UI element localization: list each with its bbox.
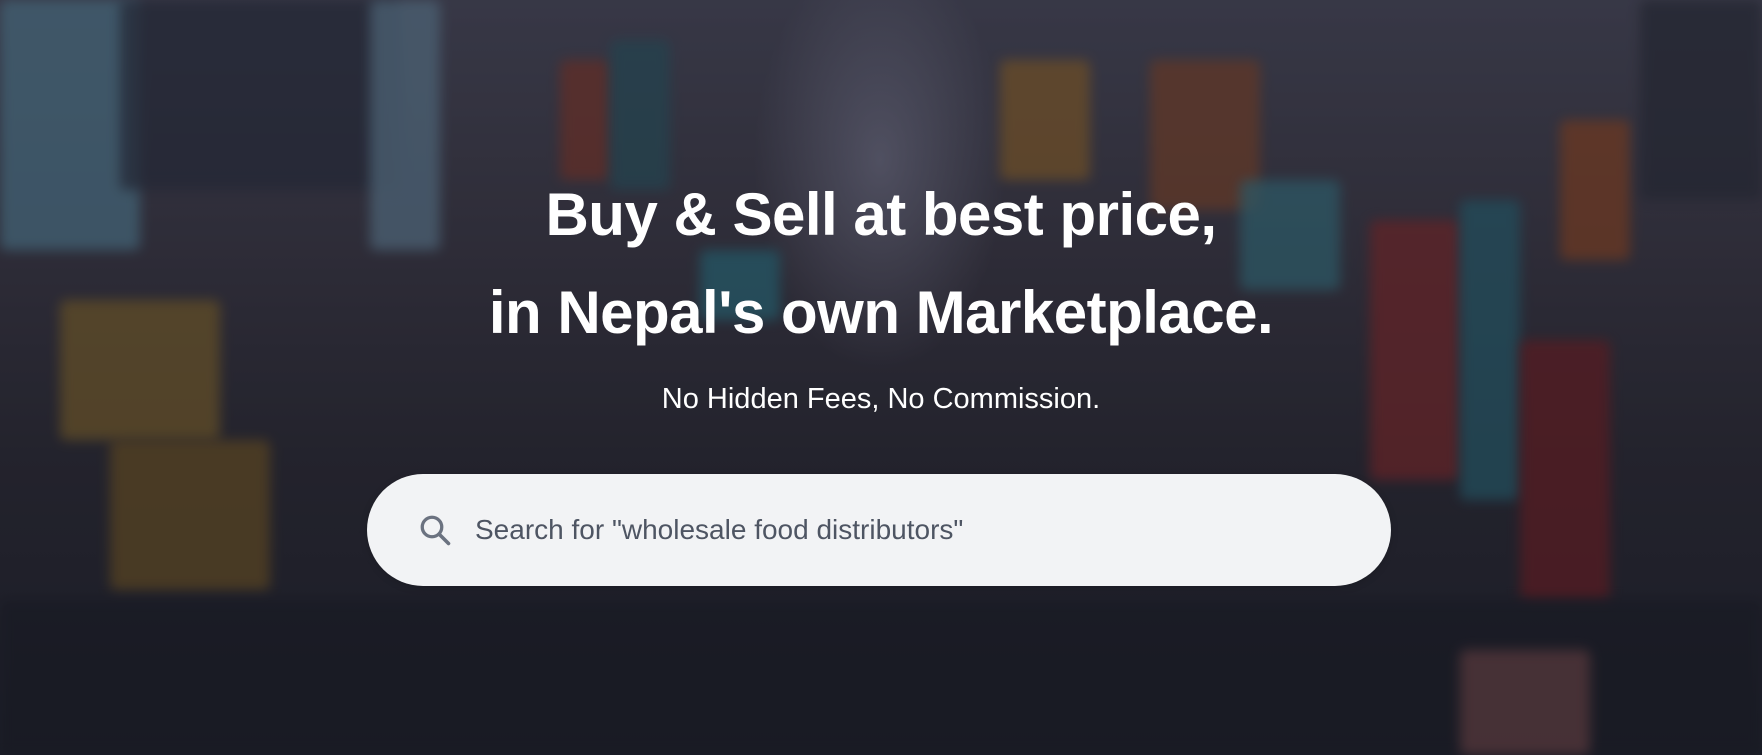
hero-content: Buy & Sell at best price, in Nepal's own… <box>0 0 1762 755</box>
hero-section: Buy & Sell at best price, in Nepal's own… <box>0 0 1762 755</box>
hero-headline-line1: Buy & Sell at best price, <box>545 181 1217 248</box>
hero-headline-line2: in Nepal's own Marketplace. <box>488 279 1274 346</box>
search-icon[interactable] <box>415 510 455 550</box>
search-bar[interactable] <box>367 474 1391 586</box>
hero-subheadline: No Hidden Fees, No Commission. <box>661 383 1101 415</box>
search-input[interactable] <box>473 499 1351 561</box>
